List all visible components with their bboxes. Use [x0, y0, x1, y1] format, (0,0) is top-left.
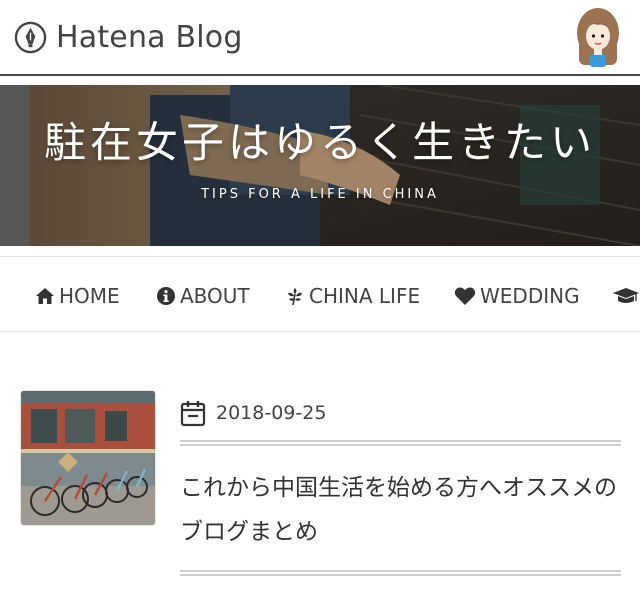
divider — [180, 570, 621, 576]
nav-item-label: ABOUT — [180, 284, 250, 308]
site-header: Hatena Blog — [0, 0, 640, 76]
post-title-link[interactable]: これから中国生活を始める方へオススメのブログまとめ — [180, 466, 620, 554]
nav-item-about[interactable]: ABOUT — [156, 283, 250, 309]
post-meta: 2018-09-25 — [180, 398, 326, 428]
bicycles-street-photo — [21, 391, 155, 525]
graduation-cap-icon — [613, 288, 639, 303]
nav-item-label: WEDDING — [480, 284, 580, 308]
post-thumbnail[interactable] — [21, 391, 155, 525]
home-icon — [36, 288, 54, 304]
hatena-blog-logo[interactable]: Hatena Blog — [14, 18, 243, 56]
global-nav: HOME ABOUT CHINA LIFE WEDDING — [0, 256, 640, 332]
calendar-icon — [180, 401, 206, 427]
nav-item-study[interactable] — [612, 283, 640, 309]
nav-item-home[interactable]: HOME — [35, 283, 120, 309]
nav-item-china-life[interactable]: CHINA LIFE — [285, 283, 420, 309]
post-date: 2018-09-25 — [216, 402, 327, 424]
blog-title: 駐在女子はゆるく生きたい — [43, 118, 596, 167]
divider — [180, 440, 621, 446]
nav-item-label: CHINA LIFE — [309, 284, 421, 308]
heart-icon — [454, 287, 476, 305]
fountain-pen-icon — [14, 21, 47, 53]
blog-header-banner[interactable]: 駐在女子はゆるく生きたい TIPS FOR A LIFE IN CHINA — [0, 85, 640, 246]
leaf-icon — [288, 288, 302, 306]
nav-item-label: HOME — [59, 284, 120, 308]
logo-text: Hatena Blog — [56, 19, 243, 55]
info-icon — [157, 287, 175, 305]
nav-item-wedding[interactable]: WEDDING — [454, 283, 580, 309]
author-avatar[interactable] — [575, 7, 621, 67]
blog-tagline: TIPS FOR A LIFE IN CHINA — [201, 187, 439, 202]
